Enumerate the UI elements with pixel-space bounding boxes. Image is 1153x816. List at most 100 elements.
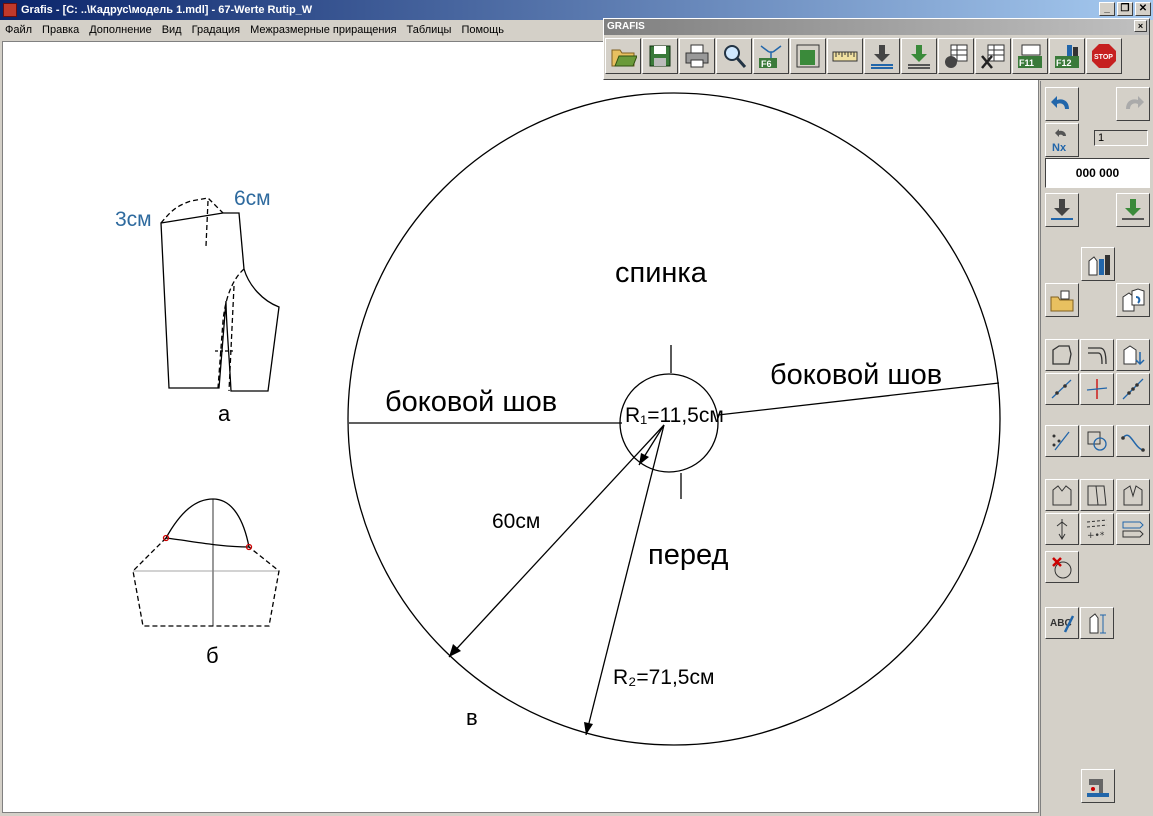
dart-button[interactable] (1045, 479, 1079, 511)
f11-button[interactable]: F11 (1012, 38, 1048, 74)
open-pieces-button[interactable] (1045, 283, 1079, 317)
label-6cm: 6см (234, 187, 271, 210)
repeat-count-input[interactable]: 1 (1094, 130, 1148, 146)
spell-check-icon: ABC (1050, 615, 1075, 633)
points-button[interactable] (1045, 425, 1079, 457)
frame-icon (796, 44, 820, 68)
nx-button[interactable]: Nx (1045, 123, 1079, 157)
f11-label: F11 (1019, 58, 1034, 68)
delete-button[interactable] (1045, 551, 1079, 583)
pattern-b (132, 498, 280, 627)
piece-info-button[interactable] (1080, 607, 1114, 639)
seam-allowance-icon (1122, 521, 1144, 538)
save-button[interactable] (642, 38, 678, 74)
parallel-line-icon (1088, 347, 1107, 365)
seam-allowance-button[interactable] (1116, 513, 1150, 545)
import-button[interactable] (1045, 193, 1079, 227)
open-button[interactable] (605, 38, 641, 74)
f6-label: F6 (761, 59, 772, 69)
stop-label: STOP (1094, 54, 1113, 61)
stop-button[interactable]: STOP (1086, 38, 1122, 74)
g-table-icon (945, 44, 968, 68)
curve-button[interactable] (1116, 425, 1150, 457)
piece-select-icon (1123, 345, 1145, 366)
caption-b: б (206, 643, 219, 668)
menu-file[interactable]: Файл (0, 24, 37, 36)
save-icon (649, 45, 671, 67)
spell-check-button[interactable]: ABC (1045, 607, 1079, 639)
toolbar-close-button[interactable]: × (1134, 20, 1147, 32)
ruler-icon (832, 51, 858, 62)
ruler-button[interactable] (827, 38, 863, 74)
f12-icon: F12 (1055, 45, 1079, 68)
slash-button[interactable] (1080, 479, 1114, 511)
menu-tables[interactable]: Таблицы (402, 24, 457, 36)
restore-button[interactable]: ❐ (1117, 2, 1133, 16)
download-green-icon (1122, 199, 1144, 220)
import-green-button[interactable] (1116, 193, 1150, 227)
g-table-button[interactable] (938, 38, 974, 74)
menu-view[interactable]: Вид (157, 24, 187, 36)
toolbar-title-bar[interactable]: GRAFIS × (604, 19, 1149, 35)
menu-help[interactable]: Помощь (456, 24, 509, 36)
svg-text:+•*: +•* (1087, 531, 1105, 541)
dart-icon (1052, 485, 1072, 506)
pattern-pieces-icon (1088, 255, 1110, 276)
points-icon (1052, 431, 1070, 451)
shapes-button[interactable] (1080, 425, 1114, 457)
menu-addon[interactable]: Дополнение (84, 24, 156, 36)
caption-v: в (466, 705, 478, 730)
undo-icon (1051, 96, 1069, 109)
contour-icon (1052, 345, 1072, 365)
minimize-button[interactable]: _ (1099, 2, 1115, 16)
f6-icon: F6 (759, 45, 782, 69)
seam-marks-button[interactable]: +•* (1080, 513, 1114, 545)
label-r2: R₂=71,5см (613, 666, 714, 689)
menu-size-increments[interactable]: Межразмерные приращения (245, 24, 401, 36)
piece-select-button[interactable] (1116, 339, 1150, 371)
f12-label: F12 (1056, 58, 1072, 68)
redo-button[interactable] (1116, 87, 1150, 121)
point-line-button[interactable] (1045, 373, 1079, 405)
download-green-button[interactable] (901, 38, 937, 74)
menu-grading[interactable]: Градация (187, 24, 246, 36)
label-r1: R₁=11,5см (625, 404, 724, 427)
shapes-icon (1087, 431, 1107, 451)
coordinate-display: 000 000 (1045, 158, 1150, 188)
zoom-button[interactable] (716, 38, 752, 74)
pivot-button[interactable] (1116, 479, 1150, 511)
undo-button[interactable] (1045, 87, 1079, 121)
sewing-machine-button[interactable] (1081, 769, 1115, 803)
frame-button[interactable] (790, 38, 826, 74)
label-side-seam-left: боковой шов (385, 386, 557, 418)
download-button[interactable] (864, 38, 900, 74)
x-table-icon (981, 44, 1005, 69)
intersect-button[interactable] (1080, 373, 1114, 405)
print-icon (685, 44, 709, 68)
download-green-icon (908, 45, 930, 69)
f6-button[interactable]: F6 (753, 38, 789, 74)
delete-piece-icon (1052, 557, 1072, 579)
f12-button[interactable]: F12 (1049, 38, 1085, 74)
parallel-button[interactable] (1080, 339, 1114, 371)
menu-edit[interactable]: Правка (37, 24, 84, 36)
label-pered: перед (648, 539, 728, 571)
copy-pieces-button[interactable] (1116, 283, 1150, 317)
sewing-machine-icon (1087, 779, 1109, 797)
close-button[interactable]: ✕ (1135, 2, 1151, 16)
print-button[interactable] (679, 38, 715, 74)
divide-line-button[interactable] (1116, 373, 1150, 405)
piece-info-icon (1089, 613, 1106, 634)
pieces-button[interactable] (1081, 247, 1115, 281)
point-line-icon (1051, 379, 1072, 399)
download-icon (1051, 199, 1073, 220)
contour-button[interactable] (1045, 339, 1079, 371)
label-3cm: 3см (115, 208, 152, 231)
window-title-bar[interactable]: Grafis - [C: ..\Кадрус\модель 1.mdl] - 6… (0, 0, 1153, 20)
x-table-button[interactable] (975, 38, 1011, 74)
notch-icon (1056, 519, 1068, 540)
slash-spread-icon (1087, 485, 1107, 506)
drawing-canvas[interactable]: 3см 6см а б спинка боковой шов боковой ш… (2, 41, 1039, 813)
notch-button[interactable] (1045, 513, 1079, 545)
label-60cm: 60см (492, 510, 540, 533)
